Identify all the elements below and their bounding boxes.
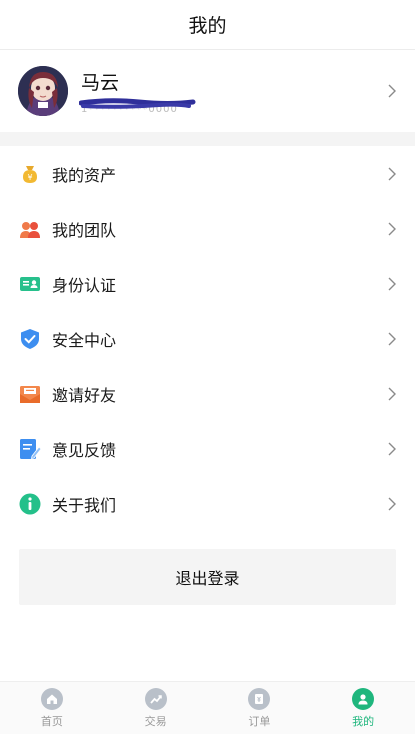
chevron-right-icon [388,277,396,290]
order-icon [248,687,271,710]
team-icon [19,218,41,240]
user-icon [352,687,375,710]
menu-label: 关于我们 [52,495,117,515]
tab-orders[interactable]: 订单 [208,682,312,734]
bottom-tab-bar: 首页 交易 订单 我的 [0,681,415,734]
menu-item-about-us[interactable]: 关于我们 [0,476,415,531]
menu-item-feedback[interactable]: 意见反馈 [0,421,415,476]
trade-chart-icon [144,687,167,710]
info-icon [19,493,41,515]
page-header: 我的 [0,0,415,50]
chevron-right-icon [388,167,396,180]
tab-label: 首页 [40,714,63,728]
tab-label: 交易 [144,714,167,728]
chevron-right-icon [388,222,396,235]
chevron-right-icon [388,497,396,510]
section-divider [0,132,415,146]
shield-icon [19,328,41,350]
menu-item-security[interactable]: 安全中心 [0,311,415,366]
money-bag-icon: ¥ [19,163,41,185]
tab-label: 订单 [248,714,271,728]
logout-button[interactable]: 退出登录 [19,549,396,605]
menu-label: 意见反馈 [52,440,117,460]
page-title: 我的 [188,15,227,37]
tab-home[interactable]: 首页 [0,682,104,734]
envelope-icon [19,383,41,405]
chevron-right-icon [388,387,396,400]
menu-label: 安全中心 [52,330,117,350]
menu-label: 我的资产 [52,165,117,185]
redaction-scribble [79,98,196,109]
tab-trade[interactable]: 交易 [104,682,208,734]
chevron-right-icon [388,84,396,98]
menu-label: 我的团队 [52,220,117,240]
menu-item-identity[interactable]: 身份认证 [0,256,415,311]
menu-item-my-team[interactable]: 我的团队 [0,201,415,256]
tab-mine[interactable]: 我的 [311,682,415,734]
chevron-right-icon [388,332,396,345]
feedback-edit-icon [19,438,41,460]
menu-label: 身份认证 [52,275,117,295]
svg-text:¥: ¥ [27,173,32,182]
menu-label: 邀请好友 [52,385,117,405]
home-icon [40,687,63,710]
id-card-icon [19,273,41,295]
profile-card[interactable]: 马云 1**********0000 [0,50,415,132]
avatar [18,66,68,116]
chevron-right-icon [388,442,396,455]
menu-item-my-assets[interactable]: ¥ 我的资产 [0,146,415,201]
menu-item-invite-friends[interactable]: 邀请好友 [0,366,415,421]
profile-name: 马云 [81,72,120,94]
tab-label: 我的 [352,714,375,728]
